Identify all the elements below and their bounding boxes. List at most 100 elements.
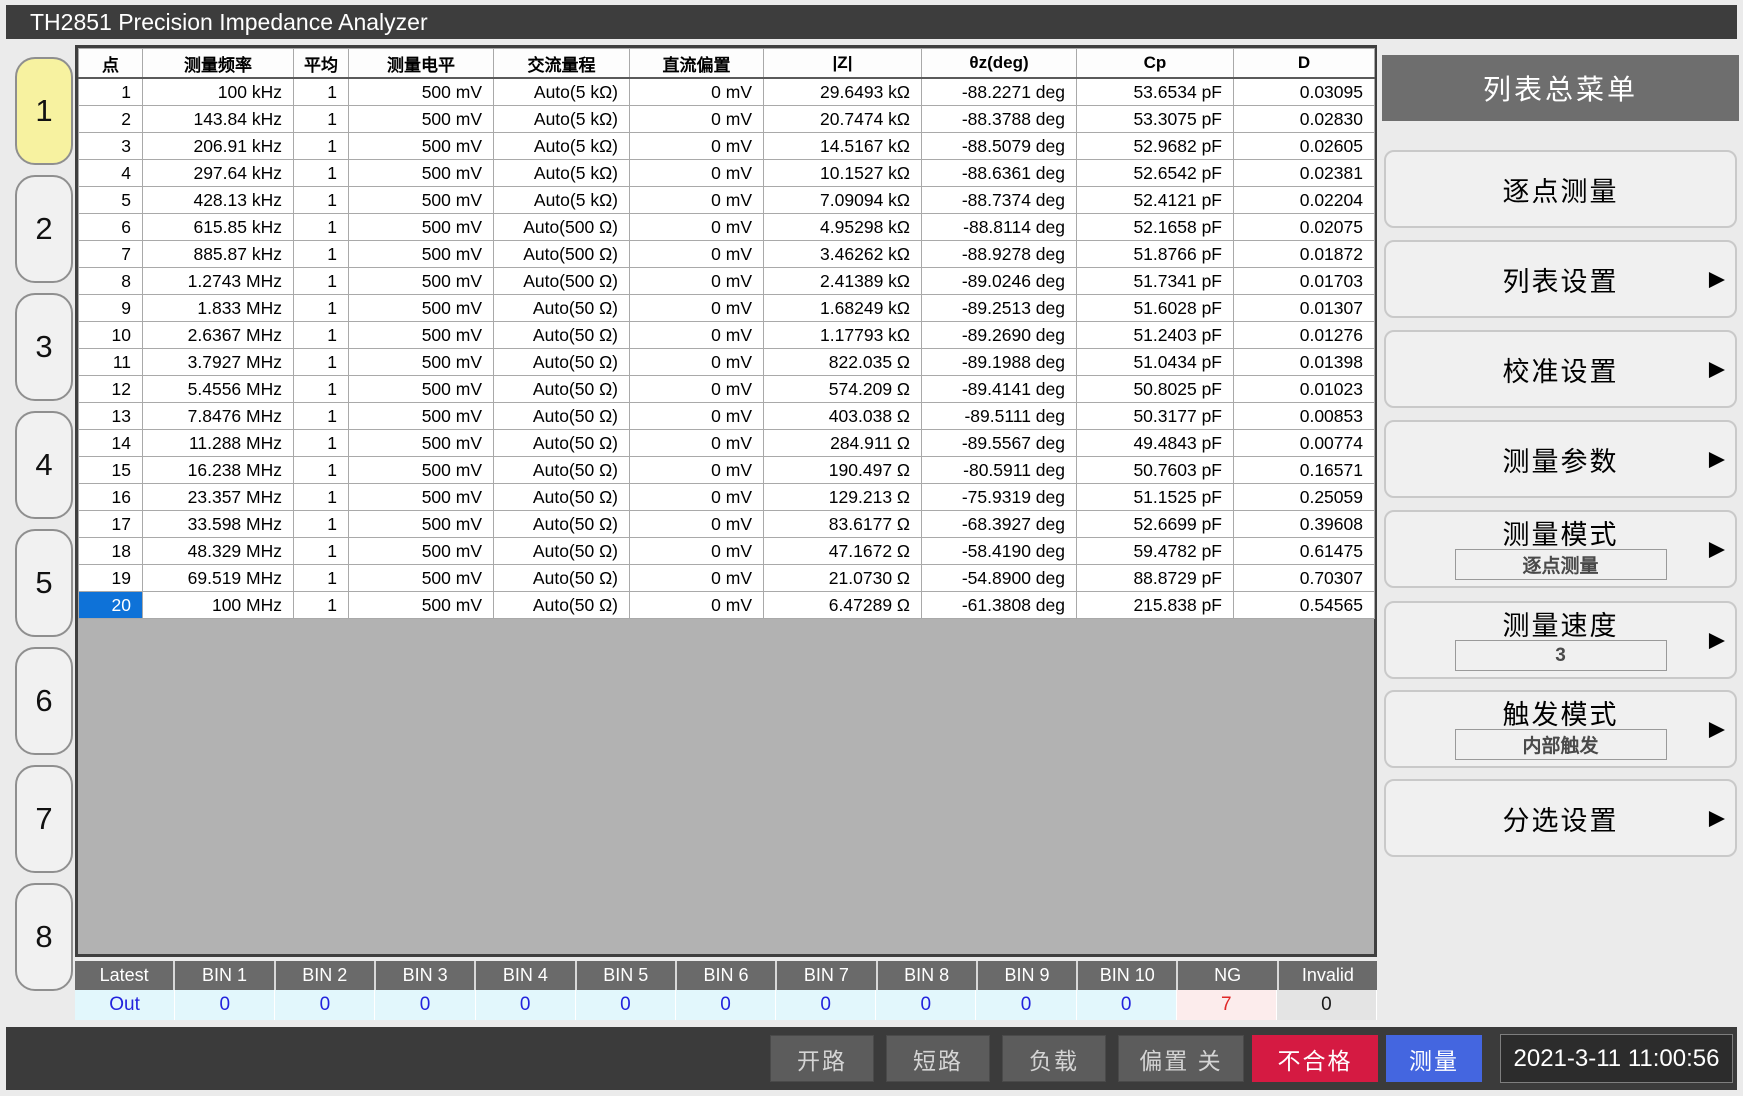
table-cell[interactable]: 143.84 kHz	[143, 106, 294, 133]
table-cell[interactable]: 10	[79, 322, 143, 349]
table-cell[interactable]: 19	[79, 565, 143, 592]
table-cell[interactable]: 3.7927 MHz	[143, 349, 294, 376]
table-row[interactable]: 137.8476 MHz1500 mVAuto(50 Ω)0 mV403.038…	[79, 403, 1375, 430]
table-cell[interactable]: 0.01872	[1234, 241, 1375, 268]
table-cell[interactable]: 0 mV	[630, 538, 764, 565]
table-cell[interactable]: 129.213 Ω	[764, 484, 922, 511]
table-cell[interactable]: 500 mV	[349, 187, 494, 214]
table-cell[interactable]: 1	[294, 403, 349, 430]
table-cell[interactable]: 51.2403 pF	[1077, 322, 1234, 349]
table-cell[interactable]: -88.7374 deg	[922, 187, 1077, 214]
table-cell[interactable]: 0 mV	[630, 376, 764, 403]
table-cell[interactable]: 50.3177 pF	[1077, 403, 1234, 430]
menu-item-meas-mode[interactable]: 测量模式逐点测量▶	[1384, 510, 1737, 588]
table-cell[interactable]: Auto(500 Ω)	[494, 241, 630, 268]
table-cell[interactable]: 0.25059	[1234, 484, 1375, 511]
table-cell[interactable]: -89.5111 deg	[922, 403, 1077, 430]
table-cell[interactable]: 50.8025 pF	[1077, 376, 1234, 403]
table-cell[interactable]: 12	[79, 376, 143, 403]
ng-status-button[interactable]: 不合格	[1252, 1035, 1378, 1082]
table-cell[interactable]: 88.8729 pF	[1077, 565, 1234, 592]
table-cell[interactable]: 1	[79, 78, 143, 106]
table-cell[interactable]: -75.9319 deg	[922, 484, 1077, 511]
table-cell[interactable]: 23.357 MHz	[143, 484, 294, 511]
page-tab-4[interactable]: 4	[15, 411, 73, 519]
table-cell[interactable]: -61.3808 deg	[922, 592, 1077, 619]
table-row[interactable]: 113.7927 MHz1500 mVAuto(50 Ω)0 mV822.035…	[79, 349, 1375, 376]
page-tab-8[interactable]: 8	[15, 883, 73, 991]
table-row[interactable]: 1516.238 MHz1500 mVAuto(50 Ω)0 mV190.497…	[79, 457, 1375, 484]
table-cell[interactable]: 52.6542 pF	[1077, 160, 1234, 187]
table-cell[interactable]: 1	[294, 565, 349, 592]
table-row[interactable]: 91.833 MHz1500 mVAuto(50 Ω)0 mV1.68249 k…	[79, 295, 1375, 322]
table-cell[interactable]: 500 mV	[349, 511, 494, 538]
table-cell[interactable]: 14.5167 kΩ	[764, 133, 922, 160]
page-tab-1[interactable]: 1	[15, 57, 73, 165]
table-cell[interactable]: 0.00853	[1234, 403, 1375, 430]
table-cell[interactable]: 1	[294, 160, 349, 187]
table-cell[interactable]: 52.1658 pF	[1077, 214, 1234, 241]
table-cell[interactable]: 0.03095	[1234, 78, 1375, 106]
table-cell[interactable]: -89.2513 deg	[922, 295, 1077, 322]
open-circuit-button[interactable]: 开路	[770, 1035, 874, 1082]
table-row[interactable]: 125.4556 MHz1500 mVAuto(50 Ω)0 mV574.209…	[79, 376, 1375, 403]
table-cell[interactable]: 500 mV	[349, 403, 494, 430]
table-cell[interactable]: 51.6028 pF	[1077, 295, 1234, 322]
table-cell[interactable]: Auto(50 Ω)	[494, 511, 630, 538]
table-cell[interactable]: 500 mV	[349, 295, 494, 322]
table-cell[interactable]: 7.8476 MHz	[143, 403, 294, 430]
table-cell[interactable]: 5	[79, 187, 143, 214]
table-cell[interactable]: 500 mV	[349, 592, 494, 619]
table-cell[interactable]: 17	[79, 511, 143, 538]
table-cell[interactable]: 0.02830	[1234, 106, 1375, 133]
table-cell[interactable]: 0.01703	[1234, 268, 1375, 295]
table-cell[interactable]: 8	[79, 268, 143, 295]
table-cell[interactable]: Auto(50 Ω)	[494, 484, 630, 511]
table-cell[interactable]: 500 mV	[349, 268, 494, 295]
page-tab-7[interactable]: 7	[15, 765, 73, 873]
table-cell[interactable]: Auto(50 Ω)	[494, 322, 630, 349]
table-cell[interactable]: 500 mV	[349, 484, 494, 511]
table-cell[interactable]: 18	[79, 538, 143, 565]
table-row[interactable]: 1100 kHz1500 mVAuto(5 kΩ)0 mV29.6493 kΩ-…	[79, 78, 1375, 106]
table-cell[interactable]: 1	[294, 133, 349, 160]
table-cell[interactable]: 100 MHz	[143, 592, 294, 619]
table-cell[interactable]: 0 mV	[630, 268, 764, 295]
table-cell[interactable]: 500 mV	[349, 214, 494, 241]
menu-item-cal-setup[interactable]: 校准设置▶	[1384, 330, 1737, 408]
table-cell[interactable]: 52.6699 pF	[1077, 511, 1234, 538]
table-cell[interactable]: -58.4190 deg	[922, 538, 1077, 565]
table-row[interactable]: 3206.91 kHz1500 mVAuto(5 kΩ)0 mV14.5167 …	[79, 133, 1375, 160]
table-cell[interactable]: 83.6177 Ω	[764, 511, 922, 538]
table-cell[interactable]: 190.497 Ω	[764, 457, 922, 484]
table-cell[interactable]: 0 mV	[630, 106, 764, 133]
table-cell[interactable]: 10.1527 kΩ	[764, 160, 922, 187]
table-cell[interactable]: Auto(500 Ω)	[494, 214, 630, 241]
table-cell[interactable]: Auto(5 kΩ)	[494, 106, 630, 133]
table-cell[interactable]: 215.838 pF	[1077, 592, 1234, 619]
table-cell[interactable]: 14	[79, 430, 143, 457]
table-cell[interactable]: 13	[79, 403, 143, 430]
table-cell[interactable]: -54.8900 deg	[922, 565, 1077, 592]
table-cell[interactable]: 1.17793 kΩ	[764, 322, 922, 349]
table-cell[interactable]: 0.16571	[1234, 457, 1375, 484]
table-cell[interactable]: 0 mV	[630, 592, 764, 619]
table-cell[interactable]: 500 mV	[349, 538, 494, 565]
table-cell[interactable]: 0.02204	[1234, 187, 1375, 214]
table-cell[interactable]: 59.4782 pF	[1077, 538, 1234, 565]
table-cell[interactable]: Auto(50 Ω)	[494, 457, 630, 484]
table-cell[interactable]: 0 mV	[630, 484, 764, 511]
table-row[interactable]: 4297.64 kHz1500 mVAuto(5 kΩ)0 mV10.1527 …	[79, 160, 1375, 187]
menu-item-meas-speed[interactable]: 测量速度3▶	[1384, 601, 1737, 679]
table-cell[interactable]: -88.2271 deg	[922, 78, 1077, 106]
table-cell[interactable]: 500 mV	[349, 457, 494, 484]
table-cell[interactable]: 0 mV	[630, 241, 764, 268]
table-cell[interactable]: 885.87 kHz	[143, 241, 294, 268]
table-cell[interactable]: Auto(5 kΩ)	[494, 160, 630, 187]
table-cell[interactable]: 0 mV	[630, 160, 764, 187]
table-cell[interactable]: 1	[294, 538, 349, 565]
table-row[interactable]: 1969.519 MHz1500 mVAuto(50 Ω)0 mV21.0730…	[79, 565, 1375, 592]
table-cell[interactable]: 51.8766 pF	[1077, 241, 1234, 268]
table-cell[interactable]: 5.4556 MHz	[143, 376, 294, 403]
table-cell[interactable]: -89.0246 deg	[922, 268, 1077, 295]
